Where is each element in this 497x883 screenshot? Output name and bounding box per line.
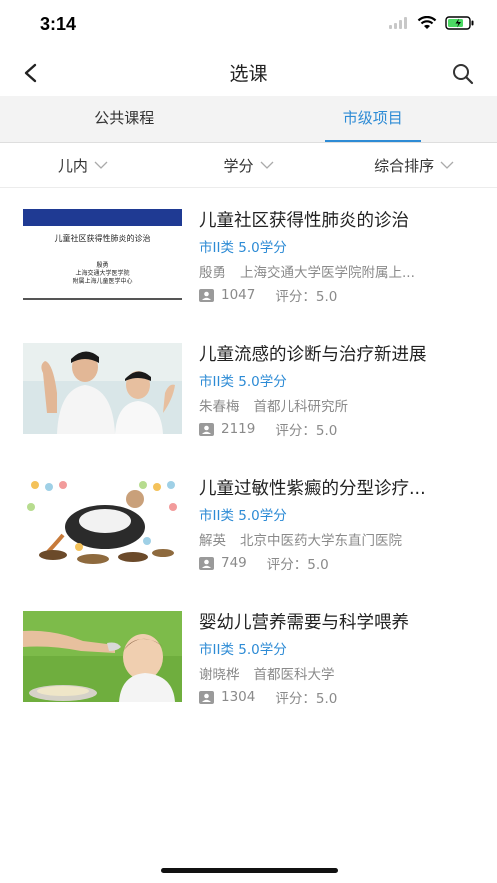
course-title: 儿童过敏性紫癜的分型诊疗... <box>199 479 426 499</box>
status-time: 3:14 <box>40 14 77 34</box>
nav-bar: 选课 <box>0 50 497 96</box>
filter-sort[interactable]: 综合排序 <box>331 143 497 187</box>
course-teacher: 殷勇 上海交通大学医学院附属上... <box>199 261 469 281</box>
filter-department[interactable]: 儿内 <box>0 143 166 187</box>
course-tabs: 公共课程 市级项目 <box>0 96 497 143</box>
filter-credits[interactable]: 学分 <box>166 143 332 187</box>
user-icon <box>199 690 214 704</box>
course-title: 婴幼儿营养需要与科学喂养 <box>199 613 409 633</box>
status-icons <box>389 16 475 30</box>
thumb-line2: 上海交通大学医学院 <box>75 269 129 277</box>
course-teacher: 解英 北京中医药大学东直门医院 <box>199 529 469 549</box>
filter-credits-label: 学分 <box>223 156 254 175</box>
course-stats: 2119 评分：5.0 <box>199 419 337 439</box>
chevron-down-icon <box>440 161 454 169</box>
course-item[interactable]: 儿童社区获得性肺炎的诊治 殷勇 上海交通大学医学院 附属上海儿童医学中心 儿童社… <box>0 190 497 324</box>
teacher-institution: 首都儿科研究所 <box>253 399 349 415</box>
enroll-count: 749 <box>221 555 247 571</box>
course-credits: 市II类 5.0学分 <box>199 508 287 524</box>
status-bar: 3:14 <box>0 0 497 50</box>
course-score: 评分：5.0 <box>275 691 338 707</box>
search-icon[interactable] <box>451 62 475 86</box>
teacher-institution: 首都医科大学 <box>253 667 335 683</box>
course-stats: 1304 评分：5.0 <box>199 687 337 707</box>
course-list: 儿童社区获得性肺炎的诊治 殷勇 上海交通大学医学院 附属上海儿童医学中心 儿童社… <box>0 190 497 726</box>
teacher-name: 解英 <box>199 533 226 549</box>
course-thumbnail <box>23 477 182 568</box>
course-teacher: 朱春梅 首都儿科研究所 <box>199 395 469 415</box>
wifi-icon <box>417 16 437 29</box>
course-item[interactable]: 婴幼儿营养需要与科学喂养 市II类 5.0学分 谢晓桦 首都医科大学 1304 评… <box>0 592 497 726</box>
course-stats: 749 评分：5.0 <box>199 553 329 573</box>
user-icon <box>199 422 214 436</box>
course-title: 儿童社区获得性肺炎的诊治 <box>199 211 409 231</box>
user-icon <box>199 288 214 302</box>
page-title: 选课 <box>229 63 268 85</box>
chevron-down-icon <box>94 161 108 169</box>
enroll-count: 1047 <box>221 287 256 303</box>
teacher-institution: 上海交通大学医学院附属上... <box>240 265 415 281</box>
course-credits: 市II类 5.0学分 <box>199 374 287 390</box>
course-score: 评分：5.0 <box>275 289 338 305</box>
teacher-name: 朱春梅 <box>199 399 240 415</box>
enroll-count: 2119 <box>221 421 256 437</box>
course-title: 儿童流感的诊断与治疗新进展 <box>199 345 427 365</box>
thumb-line1: 殷勇 <box>96 261 108 269</box>
course-thumbnail: 儿童社区获得性肺炎的诊治 殷勇 上海交通大学医学院 附属上海儿童医学中心 <box>23 209 182 300</box>
course-teacher: 谢晓桦 首都医科大学 <box>199 663 469 683</box>
course-score: 评分：5.0 <box>266 557 329 573</box>
filter-department-label: 儿内 <box>57 156 88 175</box>
teacher-institution: 北京中医药大学东直门医院 <box>240 533 402 549</box>
filter-bar: 儿内 学分 综合排序 <box>0 143 497 188</box>
home-indicator[interactable] <box>161 868 338 873</box>
user-icon <box>199 556 214 570</box>
course-credits: 市II类 5.0学分 <box>199 642 287 658</box>
teacher-name: 谢晓桦 <box>199 667 240 683</box>
battery-icon <box>445 16 474 30</box>
teacher-name: 殷勇 <box>199 265 226 281</box>
course-thumbnail <box>23 611 182 702</box>
signal-icon <box>389 17 407 29</box>
course-score: 评分：5.0 <box>275 423 338 439</box>
course-credits: 市II类 5.0学分 <box>199 240 287 256</box>
course-stats: 1047 评分：5.0 <box>199 285 337 305</box>
enroll-count: 1304 <box>221 689 256 705</box>
course-item[interactable]: 儿童过敏性紫癜的分型诊疗... 市II类 5.0学分 解英 北京中医药大学东直门医… <box>0 458 497 592</box>
course-thumbnail <box>23 343 182 434</box>
thumb-title: 儿童社区获得性肺炎的诊治 <box>55 233 151 243</box>
tab-city-projects[interactable]: 市级项目 <box>249 96 497 142</box>
course-item[interactable]: 儿童流感的诊断与治疗新进展 市II类 5.0学分 朱春梅 首都儿科研究所 2119… <box>0 324 497 458</box>
tab-public-courses[interactable]: 公共课程 <box>0 96 249 142</box>
chevron-down-icon <box>260 161 273 169</box>
filter-sort-label: 综合排序 <box>374 156 435 175</box>
thumb-line3: 附属上海儿童医学中心 <box>72 277 132 285</box>
